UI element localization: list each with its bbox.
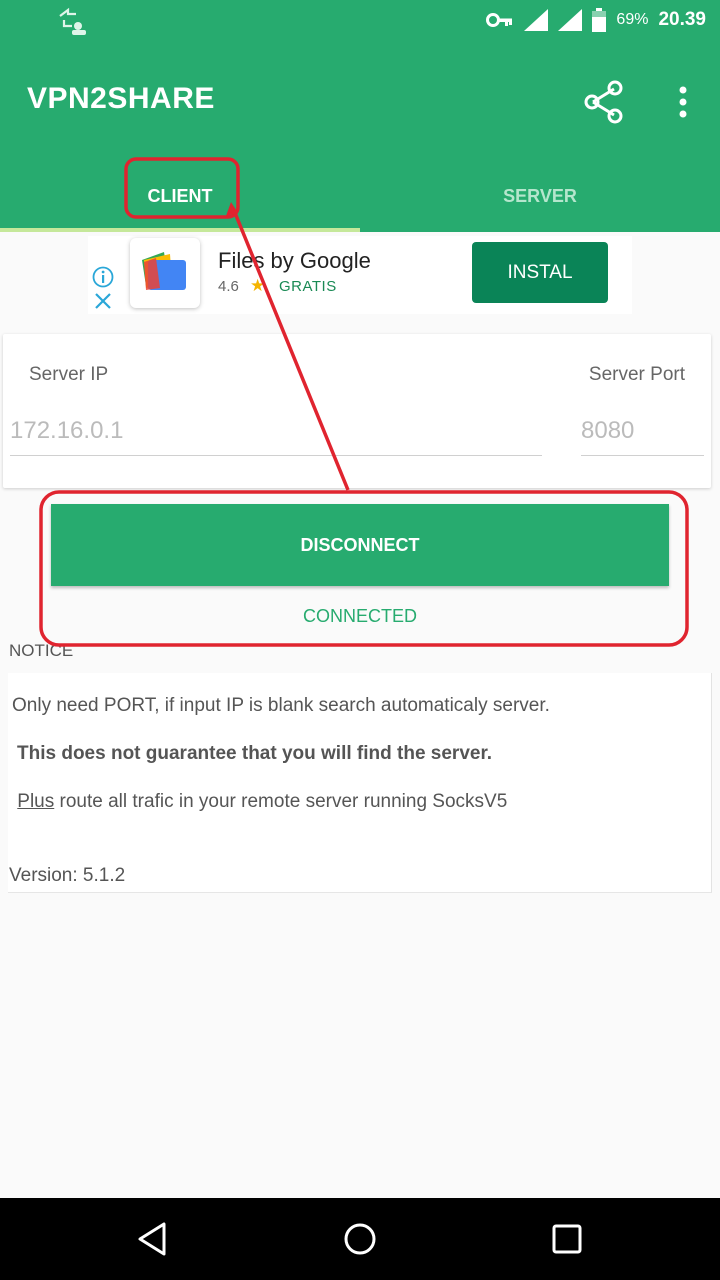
app-bar: VPN2SHARE (0, 40, 720, 160)
tab-bar: CLIENT SERVER (0, 160, 720, 232)
notice-card: Only need PORT, if input IP is blank sea… (8, 673, 712, 893)
connection-status: CONNECTED (302, 606, 417, 626)
ad-price: GRATIS (279, 278, 337, 295)
clock: 20.39 (658, 9, 706, 30)
tab-client[interactable]: CLIENT (0, 160, 360, 232)
battery-percent: 69% (616, 11, 649, 28)
notice-text-2: This does not guarantee that you will fi… (17, 743, 493, 764)
info-icon[interactable] (92, 266, 114, 288)
more-vert-icon[interactable] (670, 84, 696, 120)
signal-icon (524, 9, 549, 31)
tab-client-label: CLIENT (147, 185, 213, 206)
files-app-icon (130, 238, 200, 308)
server-form-card: Server IP Server Port (3, 334, 711, 488)
notice-text-3-rest: route all trafic in your remote server r… (54, 791, 508, 812)
status-bar: 69% 20.39 (0, 0, 720, 40)
tab-server[interactable]: SERVER (360, 160, 720, 232)
vpn-notification-icon (59, 7, 86, 35)
version-text: Version: 5.1.2 (9, 865, 126, 886)
home-icon[interactable] (338, 1217, 382, 1261)
notice-heading: NOTICE (9, 641, 74, 660)
plus-link[interactable]: Plus (17, 791, 54, 812)
share-icon[interactable] (582, 80, 626, 124)
close-icon[interactable] (94, 292, 112, 310)
back-icon[interactable] (131, 1217, 175, 1261)
app-title: VPN2SHARE (27, 82, 215, 115)
tab-server-label: SERVER (503, 185, 577, 206)
vpn-key-icon (486, 13, 513, 27)
signal-icon-2 (558, 9, 583, 31)
navigation-bar (0, 1198, 720, 1280)
star-icon: ★ (250, 276, 266, 295)
ad-rating: 4.6 (218, 278, 239, 295)
ad-app-name: Files by Google (218, 248, 371, 273)
ad-banner[interactable]: Files by Google 4.6 ★ GRATIS INSTAL (88, 236, 632, 314)
notice-text-1: Only need PORT, if input IP is blank sea… (12, 695, 550, 716)
disconnect-button[interactable]: DISCONNECT (51, 504, 669, 586)
battery-icon (592, 8, 607, 32)
recents-icon[interactable] (545, 1217, 589, 1261)
server-port-label: Server Port (588, 364, 685, 385)
server-ip-label: Server IP (29, 364, 109, 385)
server-ip-input[interactable] (10, 406, 542, 456)
server-port-input[interactable] (581, 406, 704, 456)
tab-indicator (0, 228, 360, 232)
notice-text-3: Plus route all trafic in your remote ser… (12, 791, 507, 813)
install-button[interactable]: INSTAL (472, 242, 608, 303)
